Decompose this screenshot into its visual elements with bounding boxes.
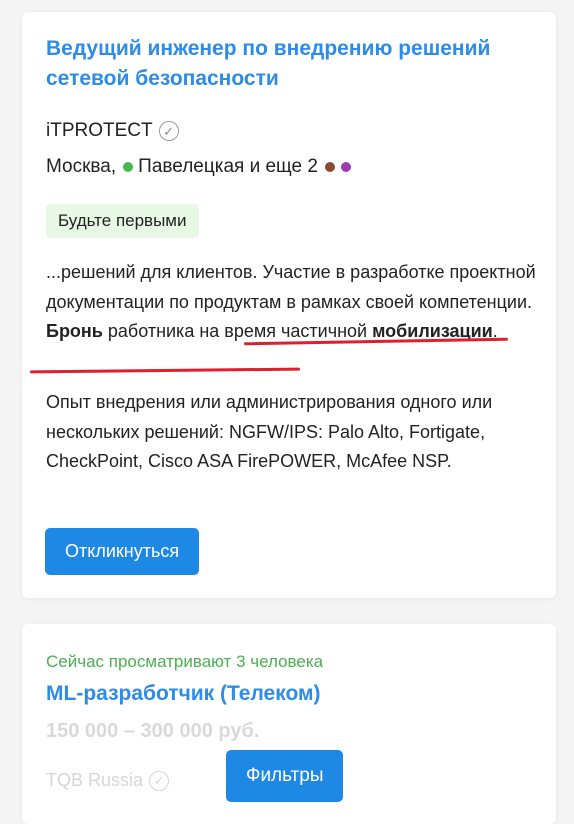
snippet-text: работника на время частичной [102,321,373,341]
metro-line-dot-brown [324,162,335,172]
salary: 150 000 – 300 000 руб. [46,720,260,742]
snippet-text: ...решений для клиентов. Участие в разра… [46,262,536,312]
respond-button[interactable]: Откликнуться [45,528,200,575]
company-name[interactable]: TQB Russia ✓ [46,770,170,791]
viewers-count: Сейчас просматривают 3 человека [46,652,324,671]
vacancy-card[interactable]: Ведущий инженер по внедрению решений сет… [22,12,556,598]
filters-button[interactable]: Фильтры [226,750,344,802]
verified-check-icon: ✓ [149,770,170,791]
company-name[interactable]: iTPROTECT ✓ [46,120,179,142]
vacancy-snippet: ...решений для клиентов. Участие в разра… [46,258,536,347]
metro-line-dot-purple [340,162,351,172]
red-underline-annotation [29,367,301,374]
location: Москва, Павелецкая и еще 2 [46,156,351,178]
snippet-highlight: Бронь [46,321,103,341]
company-label: iTPROTECT [46,120,153,141]
metro-station: Павелецкая и еще 2 [138,156,318,177]
be-first-badge: Будьте первыми [46,204,199,238]
vacancy-title-link[interactable]: ML-разработчик (Телеком) [46,682,321,706]
metro-line-dot-green [123,162,134,172]
vacancy-requirements: Опыт внедрения или администрирования одн… [46,392,493,471]
verified-check-icon: ✓ [158,121,179,141]
company-label: TQB Russia [46,770,144,790]
city: Москва, [46,156,117,177]
vacancy-title-link[interactable]: Ведущий инженер по внедрению решений сет… [46,34,546,94]
